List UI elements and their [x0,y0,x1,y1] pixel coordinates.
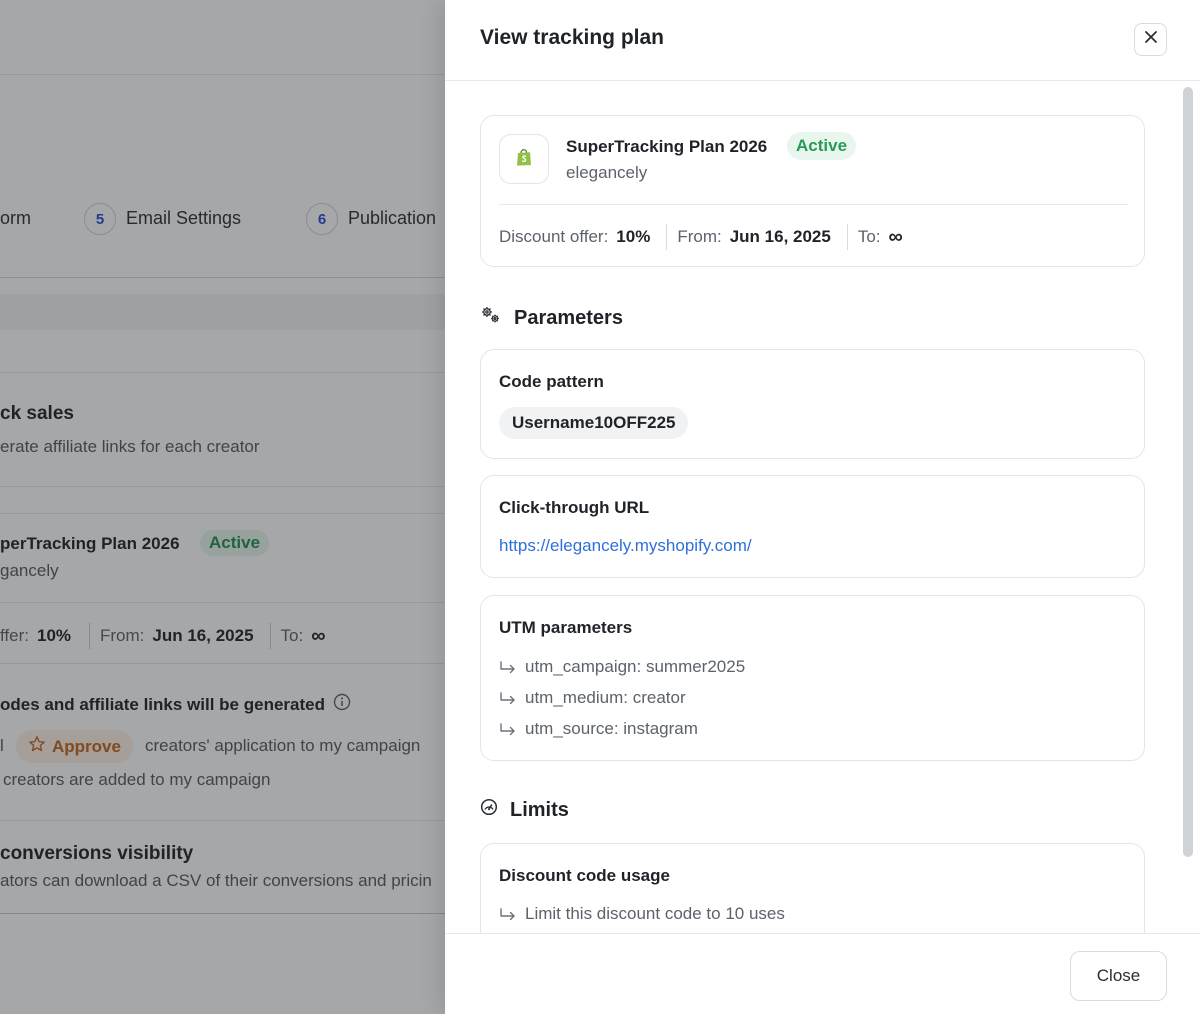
shop-logo [499,134,549,184]
discount-offer: Discount offer: 10% [499,227,650,247]
utm-parameters-card: UTM parameters utm_campaign: summer2025 … [480,595,1145,761]
parameters-heading: Parameters [480,305,623,331]
plan-meta-row: Discount offer: 10% From: Jun 16, 2025 T… [499,224,903,250]
limits-heading-label: Limits [510,798,569,821]
code-pattern-value: Username10OFF225 [499,407,689,439]
gears-icon [480,305,502,331]
return-arrow-icon [499,660,517,674]
utm-item-text: utm_medium: creator [525,688,686,707]
plan-shop-name: elegancely [566,163,648,182]
divider [499,204,1128,205]
to-label: To: [857,227,881,246]
plan-summary-card: SuperTracking Plan 2026 Active elegancel… [480,115,1145,267]
return-arrow-icon [499,691,517,705]
shopify-bag-icon [515,147,533,172]
code-pattern-card: Code pattern Username10OFF225 [480,349,1145,459]
meta-separator [846,224,848,250]
click-through-title: Click-through URL [499,498,650,517]
discount-usage-title: Discount code usage [499,866,670,885]
plan-status-badge: Active [787,132,857,160]
discount-usage-card: Discount code usage Limit this discount … [480,843,1145,933]
utm-item: utm_campaign: summer2025 [499,657,745,677]
utm-item-text: utm_source: instagram [525,719,698,738]
utm-item: utm_source: instagram [499,719,698,739]
parameters-heading-label: Parameters [514,306,623,329]
tracking-plan-drawer: View tracking plan SuperTracking Plan 20… [445,0,1200,1014]
discount-offer-value: 10% [616,227,651,246]
from-value: Jun 16, 2025 [729,227,831,246]
to-date: To: ∞ [858,226,903,249]
utm-item: utm_medium: creator [499,688,686,708]
utm-parameters-title: UTM parameters [499,618,633,637]
close-x-button[interactable] [1134,23,1167,56]
utm-item-text: utm_campaign: summer2025 [525,657,746,676]
click-through-url-link[interactable]: https://elegancely.myshopify.com/ [499,536,752,556]
from-date: From: Jun 16, 2025 [677,227,831,247]
drawer-body: SuperTracking Plan 2026 Active elegancel… [445,81,1200,933]
drawer-footer: Close [445,933,1200,1014]
close-icon [1144,30,1158,49]
gauge-icon [480,798,498,822]
drawer-header: View tracking plan [445,0,1200,81]
drawer-scrollbar[interactable] [1183,87,1193,857]
to-value: ∞ [888,225,903,248]
return-arrow-icon [499,722,517,736]
return-arrow-icon [499,907,517,921]
limits-heading: Limits [480,798,569,822]
close-button[interactable]: Close [1070,951,1167,1001]
discount-usage-row: Limit this discount code to 10 uses [499,904,785,924]
plan-name: SuperTracking Plan 2026 [566,137,768,156]
modal-overlay[interactable] [0,0,445,1014]
discount-offer-label: Discount offer: [499,227,609,246]
drawer-title: View tracking plan [480,26,665,49]
discount-usage-text: Limit this discount code to 10 uses [525,904,785,923]
code-pattern-title: Code pattern [499,372,604,391]
from-label: From: [677,227,722,246]
click-through-card: Click-through URL https://elegancely.mys… [480,475,1145,578]
meta-separator [666,224,668,250]
